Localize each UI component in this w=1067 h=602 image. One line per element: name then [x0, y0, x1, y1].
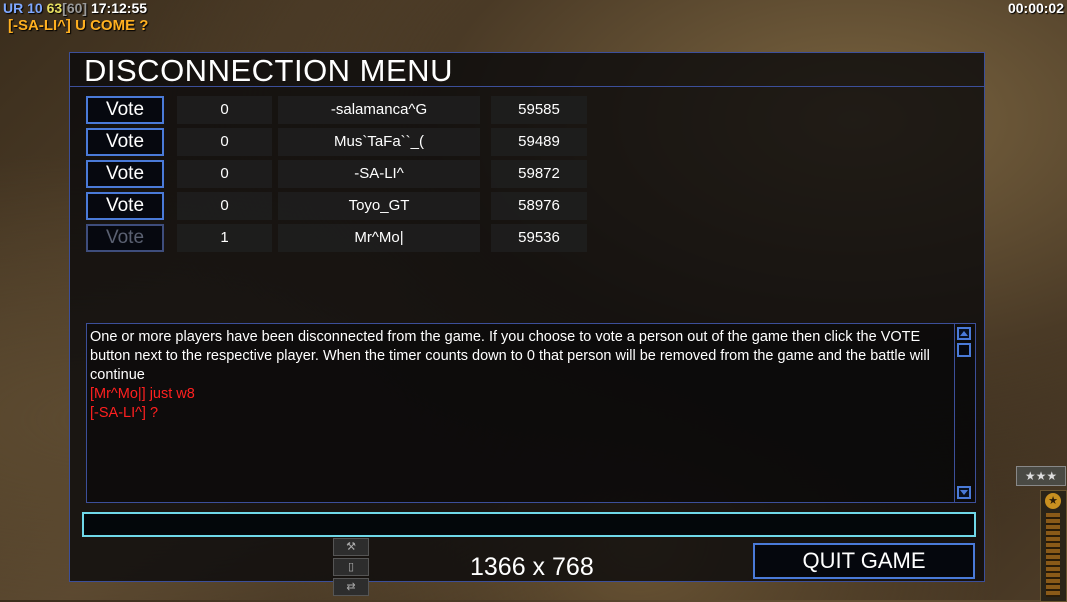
stars-icon: ★★★	[1016, 466, 1066, 486]
hud-stat-3: [60]	[62, 0, 88, 16]
vote-count: 1	[177, 224, 272, 252]
vote-count: 0	[177, 128, 272, 156]
player-id: 58976	[491, 192, 587, 220]
vote-count: 0	[177, 192, 272, 220]
player-name: Toyo_GT	[278, 192, 480, 220]
player-id: 59585	[491, 96, 587, 124]
star-icon: ★	[1045, 493, 1061, 509]
power-bar	[1046, 513, 1060, 597]
player-id: 59536	[491, 224, 587, 252]
triangle-up-icon[interactable]	[957, 327, 971, 340]
chat-log: One or more players have been disconnect…	[86, 323, 976, 503]
player-name: Mus`TaFa``_(	[278, 128, 480, 156]
system-message: One or more players have been disconnect…	[90, 329, 930, 383]
player-name: Mr^Mo|	[278, 224, 480, 252]
vote-button-disabled: Vote	[86, 224, 164, 252]
triangle-down-icon[interactable]	[957, 486, 971, 499]
title-divider	[70, 86, 984, 87]
hud-timer: 00:00:02	[1007, 0, 1064, 16]
vote-count: 0	[177, 96, 272, 124]
chat-scrollbar[interactable]	[954, 324, 975, 502]
power-panel: ★	[1040, 490, 1067, 602]
hud-stat-1: 10	[27, 0, 43, 16]
hud-status: UR 10 63[60] 17:12:55	[3, 0, 147, 17]
chat-message: [Mr^Mo|] just w8	[90, 386, 195, 402]
player-id: 59872	[491, 160, 587, 188]
resolution-label: 1366 x 768	[470, 553, 594, 581]
hud-faction: UR	[3, 0, 24, 16]
disconnection-dialog: DISCONNECTION MENU Vote 0 -salamanca^G 5…	[69, 52, 985, 582]
dialog-title: DISCONNECTION MENU	[84, 53, 453, 88]
vote-button[interactable]: Vote	[86, 160, 164, 188]
chat-message: [-SA-LI^] ?	[90, 405, 159, 421]
chat-input[interactable]	[82, 512, 976, 537]
sell-icon[interactable]: ⇄	[333, 578, 369, 596]
vote-button[interactable]: Vote	[86, 192, 164, 220]
scroll-thumb[interactable]	[957, 343, 971, 357]
quit-game-button[interactable]: QUIT GAME	[753, 543, 975, 579]
player-id: 59489	[491, 128, 587, 156]
player-name: -salamanca^G	[278, 96, 480, 124]
hud-clock: 17:12:55	[90, 0, 148, 16]
info-icon[interactable]: ▯	[333, 558, 369, 576]
wrench-icon[interactable]: ⚒	[333, 538, 369, 556]
command-tools: ⚒ ▯ ⇄	[333, 538, 369, 600]
player-name: -SA-LI^	[278, 160, 480, 188]
vote-button[interactable]: Vote	[86, 96, 164, 124]
vote-button[interactable]: Vote	[86, 128, 164, 156]
chat-text: One or more players have been disconnect…	[90, 328, 952, 423]
hud-chat-message: [-SA-LI^] U COME ?	[8, 17, 149, 34]
vote-count: 0	[177, 160, 272, 188]
hud-stat-2: 63	[46, 0, 63, 16]
